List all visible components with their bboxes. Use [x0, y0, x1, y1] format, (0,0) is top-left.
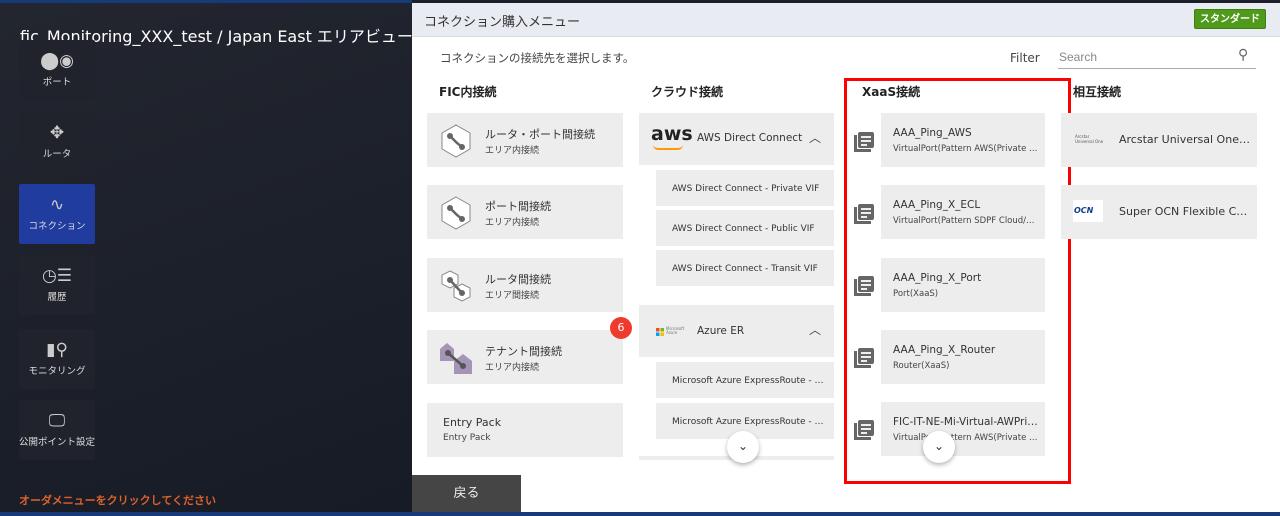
chevron-up-icon[interactable]: ︿ — [809, 129, 821, 146]
cloud-item[interactable]: Microsoft Azure ExpressRoute - Private — [656, 362, 834, 398]
card-title: ルータ間接続 — [485, 273, 551, 286]
cloud-item[interactable]: AWS Direct Connect - Private VIF — [656, 170, 834, 206]
sidebar-item-label: ポート — [42, 77, 72, 88]
document-stack-icon — [854, 276, 874, 296]
sidebar-item-label: ルータ — [42, 149, 72, 160]
aws-logo: aws — [651, 123, 693, 145]
fic-card-entry-pack[interactable]: Entry Pack Entry Pack — [427, 403, 623, 457]
fic-card-router[interactable]: ルータ間接続 エリア間接続 — [427, 258, 623, 312]
document-stack-icon — [854, 348, 874, 368]
card-subtitle: VirtualPort(Pattern AWS(Private VIF)) — [893, 144, 1039, 154]
card-subtitle: エリア内接続 — [485, 363, 540, 373]
ocn-logo: OCN — [1073, 200, 1103, 222]
card-subtitle: エリア内接続 — [485, 146, 540, 156]
xaas-card[interactable]: FIC-IT-NE-Mi-Virtual-AWPrivate VirtualPor… — [881, 402, 1045, 456]
back-button[interactable]: 戻る — [412, 475, 521, 512]
azure-logo: Microsoft Azure — [666, 326, 685, 335]
card-subtitle: Router(XaaS) — [893, 361, 950, 371]
mutual-card-arcstar[interactable]: Arcstar Universal One Arcstar Universal … — [1061, 113, 1257, 167]
document-stack-icon — [854, 204, 874, 224]
card-title: Super OCN Flexible Connect — [1119, 205, 1251, 218]
router-icon: ✥ — [49, 123, 65, 143]
scroll-down-button[interactable]: ⌄ — [923, 431, 955, 463]
monitoring-icon: ▮⚲ — [46, 340, 68, 360]
card-title: AAA_Ping_AWS — [893, 127, 972, 139]
fic-card-port[interactable]: ポート間接続 エリア内接続 — [427, 185, 623, 239]
card-subtitle: VirtualPort(Pattern AWS(Private VIF)) — [893, 433, 1039, 443]
bottom-border — [412, 512, 1280, 516]
xaas-card[interactable]: AAA_Ping_X_Port Port(XaaS) — [881, 258, 1045, 312]
double-hex-icon — [441, 270, 471, 302]
cloud-item[interactable]: AWS Direct Connect - Public VIF — [656, 210, 834, 246]
card-title: AAA_Ping_X_Port — [893, 272, 982, 284]
panel-title: コネクション購入メニュー — [424, 15, 581, 30]
cloud-group-aws[interactable]: aws AWS Direct Connect ︿ — [639, 113, 834, 165]
sidebar-item-port[interactable]: ⬤◉ ポート — [19, 40, 95, 100]
port-icon: ⬤◉ — [40, 51, 74, 71]
monitor-icon: 🖵 — [48, 411, 66, 431]
card-title: ポート間接続 — [485, 200, 551, 213]
card-subtitle: Entry Pack — [443, 433, 491, 443]
card-title: AAA_Ping_X_Router — [893, 344, 996, 356]
aws-smile-logo — [653, 145, 683, 150]
fic-card-tenant[interactable]: テナント間接続 エリア内接続 — [427, 330, 623, 384]
cloud-item[interactable]: AWS Direct Connect - Transit VIF — [656, 250, 834, 286]
sidebar-item-label: モニタリング — [28, 366, 86, 377]
sidebar-item-router[interactable]: ✥ ルータ — [19, 112, 95, 172]
search-input[interactable] — [1058, 45, 1256, 69]
group-title: AWS Direct Connect — [697, 132, 803, 144]
sidebar-item-history[interactable]: ◷☰ 履歴 — [19, 255, 95, 315]
scroll-down-button[interactable]: ⌄ — [727, 431, 759, 463]
connection-hex-icon — [441, 124, 471, 158]
panel-subtitle: コネクションの接続先を選択します。 — [440, 51, 635, 65]
card-title: FIC-IT-NE-Mi-Virtual-AWPrivate — [893, 416, 1039, 428]
order-hint: オーダメニューをクリックしてください — [19, 494, 217, 507]
sidebar-item-public-point[interactable]: 🖵 公開ポイント設定 — [19, 400, 95, 460]
column-heading-mutual: 相互接続 — [1073, 85, 1122, 99]
column-heading-fic: FIC内接続 — [439, 85, 497, 99]
card-subtitle: エリア内接続 — [485, 218, 540, 228]
connection-hex-icon — [441, 196, 471, 230]
sidebar-item-connection[interactable]: ∿ コネクション — [19, 184, 95, 244]
group-title: Azure ER — [697, 325, 745, 337]
column-heading-cloud: クラウド接続 — [651, 85, 724, 99]
notification-badge: 6 — [610, 317, 632, 339]
tenant-icon — [440, 343, 472, 374]
card-title: ルータ・ポート間接続 — [485, 128, 595, 141]
sidebar-item-label: 履歴 — [47, 292, 67, 303]
microsoft-logo-icon — [656, 328, 664, 336]
card-subtitle: VirtualPort(Pattern SDPF Cloud/Server) — [893, 216, 1039, 226]
sidebar-item-label: 公開ポイント設定 — [19, 437, 96, 448]
mutual-card-ocn[interactable]: OCN Super OCN Flexible Connect — [1061, 185, 1257, 239]
card-title: テナント間接続 — [485, 345, 562, 358]
connection-icon: ∿ — [49, 195, 65, 215]
panel-header: コネクション購入メニュー スタンダード — [412, 3, 1280, 37]
sidebar-item-label: コネクション — [28, 221, 86, 232]
cloud-group-azure[interactable]: Microsoft Azure Azure ER ︿ — [639, 305, 834, 357]
card-title: Arcstar Universal One L3 — [1119, 133, 1251, 146]
xaas-card[interactable]: AAA_Ping_AWS VirtualPort(Pattern AWS(Priv… — [881, 113, 1045, 167]
xaas-card[interactable]: AAA_Ping_X_ECL VirtualPort(Pattern SDPF C… — [881, 185, 1045, 239]
connection-purchase-panel: コネクション購入メニュー スタンダード コネクションの接続先を選択します。 Fi… — [412, 3, 1280, 512]
card-title: Entry Pack — [443, 416, 502, 429]
history-icon: ◷☰ — [41, 266, 73, 286]
filter-label: Filter — [1010, 51, 1040, 65]
fic-card-router-port[interactable]: ルータ・ポート間接続 エリア内接続 — [427, 113, 623, 167]
standard-button[interactable]: スタンダード — [1194, 9, 1266, 29]
area-view: fic_Monitoring_XXX_test / Japan East エリア… — [0, 0, 413, 516]
document-stack-icon — [854, 420, 874, 440]
document-stack-icon — [854, 132, 874, 152]
sidebar-item-monitoring[interactable]: ▮⚲ モニタリング — [19, 329, 95, 389]
card-subtitle: エリア間接続 — [485, 291, 540, 301]
chevron-up-icon[interactable]: ︿ — [809, 321, 821, 338]
arcstar-logo: Arcstar Universal One — [1075, 134, 1104, 144]
card-subtitle: Port(XaaS) — [893, 289, 939, 299]
xaas-card[interactable]: AAA_Ping_X_Router Router(XaaS) — [881, 330, 1045, 384]
search-icon[interactable]: ⚲ — [1238, 47, 1248, 63]
card-title: AAA_Ping_X_ECL — [893, 199, 981, 211]
